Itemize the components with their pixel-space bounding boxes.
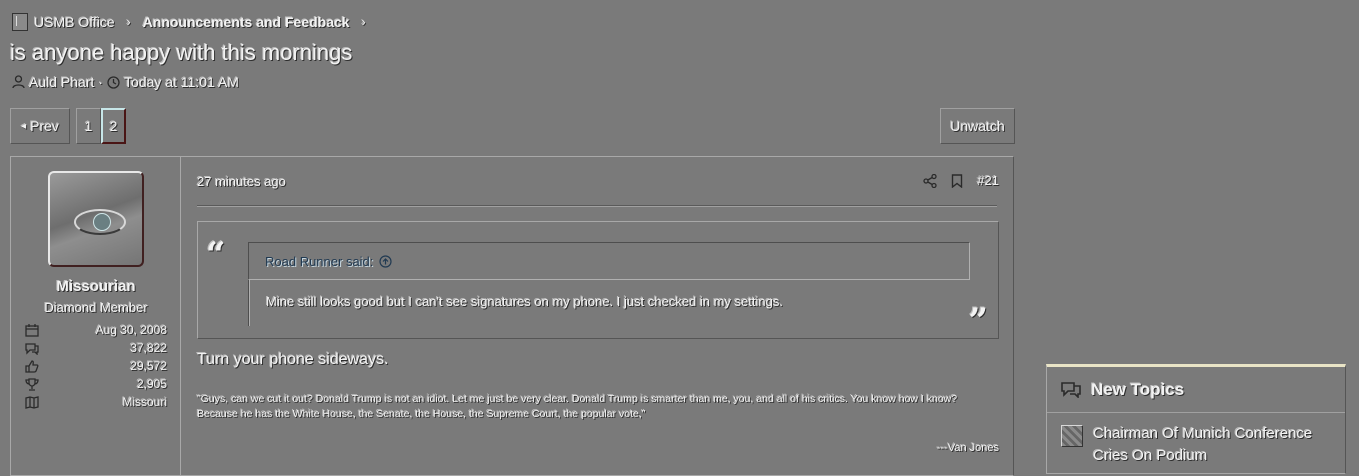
messages-icon [1061, 382, 1081, 398]
bookmark-icon[interactable] [951, 173, 963, 188]
trophy-icon [25, 377, 39, 391]
quote-rule [248, 280, 250, 326]
stat-points: 2,905 [25, 375, 167, 393]
quote-block: “ Road Runner said: Mine still looks goo… [197, 221, 999, 339]
messages-icon [25, 342, 39, 355]
calendar-icon [25, 323, 39, 337]
list-item[interactable]: Chairman Of Munich Conference Cries On P… [1061, 423, 1341, 467]
signature-attribution: ---Van Jones [936, 442, 999, 454]
close-quote-icon: ” [968, 301, 988, 341]
stat-value: 37,822 [130, 341, 167, 355]
unwatch-button[interactable]: Unwatch [940, 108, 1015, 144]
user-icon [12, 75, 25, 89]
breadcrumb-link-announcements[interactable]: Announcements and Feedback [143, 14, 350, 30]
map-icon [25, 395, 39, 409]
thread-time-link[interactable]: Today at 11:01 AM [124, 74, 239, 90]
chevron-left-icon: ◂ [21, 120, 27, 132]
stat-value: 2,905 [136, 377, 167, 391]
stat-value: 29,572 [130, 359, 167, 373]
book-icon [12, 13, 28, 31]
post-header-divider [197, 205, 997, 207]
topic-thumbnail [1061, 425, 1083, 447]
post-user-panel: Missourian Diamond Member Aug 30, 2008 3… [11, 157, 181, 475]
signature-text: "Guys, can we cut it out? Donald Trump i… [197, 393, 958, 420]
stat-location: Missouri [25, 393, 167, 411]
stat-reactions: 29,572 [25, 357, 167, 375]
new-topics-header: New Topics [1047, 367, 1345, 413]
quote-attribution[interactable]: Road Runner said: [248, 242, 970, 280]
stat-messages: 37,822 [25, 339, 167, 357]
prev-page-label: Prev [30, 118, 59, 134]
post-actions: #21 [923, 173, 999, 188]
meta-separator: · [98, 74, 104, 90]
page-2-button[interactable]: 2 [101, 108, 126, 144]
clock-icon [107, 75, 120, 89]
chevron-right-icon: › [126, 15, 131, 29]
post-number-link[interactable]: #21 [977, 173, 999, 188]
topic-link[interactable]: Chairman Of Munich Conference Cries On P… [1093, 423, 1341, 467]
username[interactable]: Missourian [11, 278, 181, 295]
user-title: Diamond Member [44, 300, 148, 315]
chevron-right-icon: › [361, 15, 366, 29]
page-1-button[interactable]: 1 [76, 108, 101, 144]
stat-value: Aug 30, 2008 [95, 323, 167, 337]
post-time-link[interactable]: 27 minutes ago [197, 174, 286, 189]
breadcrumb: USMB Office › Announcements and Feedback… [12, 13, 372, 31]
avatar[interactable] [48, 171, 144, 267]
new-topics-title: New Topics [1091, 379, 1185, 399]
stat-joined: Aug 30, 2008 [25, 321, 167, 339]
thread-meta: Auld Phart · Today at 11:01 AM [12, 74, 239, 90]
open-quote-icon: “ [206, 235, 226, 275]
stat-value: Missouri [122, 395, 167, 409]
post: Missourian Diamond Member Aug 30, 2008 3… [10, 156, 1014, 476]
post-body: 27 minutes ago #21 “ Road Runner said: M… [181, 157, 1013, 475]
page-title: is anyone happy with this mornings [10, 40, 353, 65]
avatar-eye-graphic [74, 209, 126, 235]
share-icon[interactable] [923, 173, 937, 188]
arrow-up-circle-icon[interactable] [379, 254, 393, 268]
user-stats: Aug 30, 2008 37,822 29,572 2,905 Missour… [25, 321, 167, 411]
breadcrumb-link-usmb-office[interactable]: USMB Office [34, 14, 115, 30]
quote-author-line: Road Runner said: [265, 253, 374, 269]
pagination: ◂ Prev 1 2 [10, 108, 126, 144]
new-topics-block: New Topics Chairman Of Munich Conference… [1046, 364, 1346, 474]
thumbs-up-icon [25, 359, 39, 373]
post-message: Turn your phone sideways. [197, 351, 389, 368]
prev-page-button[interactable]: ◂ Prev [10, 108, 70, 144]
quote-text: Mine still looks good but I can't see si… [266, 294, 783, 309]
thread-author-link[interactable]: Auld Phart [29, 74, 94, 90]
